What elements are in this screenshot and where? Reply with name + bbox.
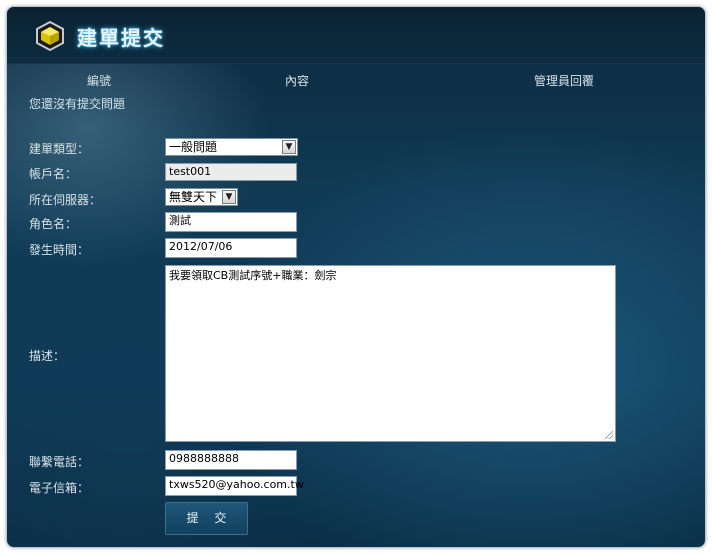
ticket-type-value: 一般問題 [169,140,218,154]
server-label: 所在伺服器： [29,193,102,207]
column-header-reply: 管理員回覆 [534,74,595,88]
ticket-panel: 建單提交 編號 內容 管理員回覆 您還沒有提交問題 建單類型： 一般問題 ▼ 帳… [6,6,706,548]
description-textarea[interactable]: 我要領取CB測試序號+職業：劍宗 [165,265,616,442]
chevron-down-icon[interactable]: ▼ [222,190,236,204]
email-label: 電子信箱： [29,481,90,495]
time-label: 發生時間： [29,243,90,257]
account-field[interactable]: test001 [165,163,297,181]
phone-field[interactable]: 0988888888 [165,450,297,470]
column-header-id: 編號 [87,74,112,88]
email-field[interactable]: txws520@yahoo.com.tw [165,476,304,496]
phone-label: 聯繫電話： [29,455,90,469]
account-label: 帳戶名： [29,167,78,181]
character-label: 角色名： [29,217,78,231]
description-label: 描述： [29,349,66,363]
character-field[interactable]: 測試 [165,212,297,232]
hexagon-logo-icon [36,21,64,51]
column-header-content: 內容 [285,74,310,88]
submit-button[interactable]: 提 交 [165,502,248,535]
ticket-type-label: 建單類型： [29,142,90,156]
panel-header: 建單提交 [7,7,705,64]
server-select[interactable]: 無雙天下 ▼ [165,188,238,206]
time-field[interactable]: 2012/07/06 [165,238,297,258]
page-title: 建單提交 [77,26,165,50]
resize-handle-icon[interactable] [605,431,613,439]
empty-ticket-message: 您還沒有提交問題 [29,97,126,111]
description-value: 我要領取CB測試序號+職業：劍宗 [169,269,337,282]
chevron-down-icon[interactable]: ▼ [282,140,296,154]
server-value: 無雙天下 [169,190,218,204]
ticket-type-select[interactable]: 一般問題 ▼ [165,138,298,156]
